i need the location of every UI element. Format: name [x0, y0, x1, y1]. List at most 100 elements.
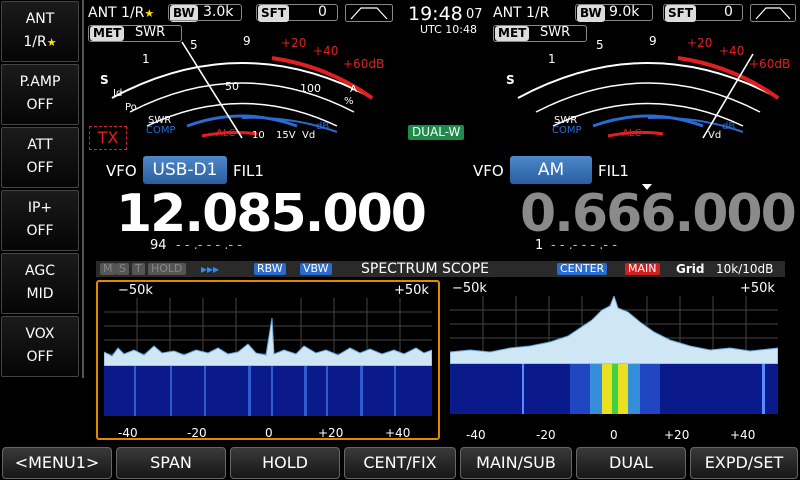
main-span-right: +50k: [394, 283, 429, 298]
scale-label: 50: [225, 80, 239, 93]
scale-label: +60dB: [749, 57, 791, 71]
sub-sub-dashes: - - .- - - .- -: [551, 238, 617, 253]
star-icon: ★: [144, 7, 155, 20]
scale-label: COMP: [552, 125, 582, 136]
scope-range: 10k/10dB: [716, 262, 774, 276]
clock-time: 19:48: [408, 3, 463, 25]
main-scope-panel[interactable]: −50k +50k -40 -20 0 +20 +40: [96, 280, 440, 440]
scale-label: +20: [281, 36, 307, 50]
scope-title: SPECTRUM SCOPE: [361, 261, 489, 277]
sub-span-right: +50k: [740, 281, 775, 296]
pamp-button[interactable]: P.AMP OFF: [1, 64, 79, 125]
sub-sft-value: 0: [724, 4, 733, 20]
sub-scope-panel[interactable]: −50k +50k -40 -20 0 +20 +40: [444, 280, 786, 442]
scale-label: Vd: [708, 130, 722, 141]
att-value: OFF: [26, 160, 54, 176]
main-sft-label: SFT: [258, 5, 290, 22]
sub-frequency[interactable]: 0.666.000: [520, 188, 797, 240]
main-filter-label[interactable]: FIL1: [233, 162, 264, 180]
scale-label: dB: [722, 121, 736, 132]
main-spectrum-graph: [104, 298, 432, 416]
vox-button[interactable]: VOX OFF: [1, 316, 79, 377]
sub-mode-button[interactable]: AM: [510, 156, 592, 184]
agc-label: AGC: [25, 263, 55, 279]
main-bw-value: 3.0k: [203, 4, 234, 20]
main-mode-button[interactable]: USB-D1: [143, 156, 227, 184]
main-s-label: S: [100, 73, 109, 87]
sub-span-left: −50k: [452, 281, 487, 296]
scope-header: M S T HOLD ▸▸▸ RBW VBW SPECTRUM SCOPE CE…: [96, 261, 785, 277]
span-button[interactable]: SPAN: [116, 447, 226, 479]
scope-indicator-t: T: [132, 263, 145, 275]
main-sub-value: 94: [150, 238, 167, 253]
scale-label: 100: [300, 82, 321, 95]
main-frequency[interactable]: 12.085.000: [116, 188, 427, 240]
sub-meter: [517, 53, 780, 139]
main-tick: +20: [318, 426, 344, 440]
main-tick: -20: [187, 426, 207, 440]
sub-tick: -20: [536, 428, 556, 442]
main-ant-label: ANT 1/R★: [88, 5, 155, 21]
ant-value: 1/R: [23, 34, 47, 50]
main-tick: 0: [265, 426, 273, 440]
agc-value: MID: [26, 286, 54, 302]
grid-label: Grid: [676, 262, 705, 276]
att-button[interactable]: ATT OFF: [1, 127, 79, 188]
cent-fix-button[interactable]: CENT/FIX: [344, 447, 456, 479]
sub-ant-label: ANT 1/R: [493, 5, 550, 21]
scale-label: Id: [113, 88, 123, 99]
scale-label: +20: [687, 36, 713, 50]
sub-s-label: S: [506, 73, 515, 87]
scale-label: +40: [719, 44, 745, 58]
clock-utc: UTC 10:48: [420, 23, 478, 36]
clock-seconds: 07: [466, 7, 483, 22]
scale-label: 9: [243, 34, 251, 48]
ipplus-label: IP+: [27, 200, 53, 216]
menu1-button[interactable]: <MENU1>: [2, 447, 112, 479]
scale-label: +40: [313, 44, 339, 58]
scale-label: dB: [316, 121, 330, 132]
scale-label: 9: [649, 34, 657, 48]
ant-label: ANT: [25, 11, 55, 27]
scale-label: COMP: [146, 125, 176, 136]
dual-watch-badge: DUAL-W: [408, 125, 465, 140]
tx-indicator: TX: [89, 126, 127, 150]
agc-button[interactable]: AGC MID: [1, 253, 79, 314]
main-sub-dashes: - - .- - - .- -: [176, 238, 242, 253]
vox-label: VOX: [25, 326, 55, 342]
scale-label: ALC: [622, 128, 642, 139]
ant-button[interactable]: ANT 1/R★: [1, 1, 79, 62]
main-sub-button[interactable]: MAIN/SUB: [460, 447, 572, 479]
scope-indicator-s: S: [116, 263, 129, 275]
scale-label: 1: [142, 52, 150, 66]
dual-button[interactable]: DUAL: [576, 447, 686, 479]
sub-tick: +20: [664, 428, 690, 442]
scale-label: 5: [190, 38, 198, 52]
scope-arrows-icon: ▸▸▸: [201, 262, 220, 276]
star-icon: ★: [46, 36, 57, 49]
ipplus-button[interactable]: IP+ OFF: [1, 190, 79, 251]
vox-value: OFF: [26, 349, 54, 365]
center-mode-badge[interactable]: CENTER: [557, 263, 608, 275]
scale-label: 1: [548, 52, 556, 66]
expd-set-button[interactable]: EXPD/SET: [690, 447, 798, 479]
main-span-left: −50k: [118, 283, 153, 298]
scale-label: ALC: [216, 128, 236, 139]
scope-indicator-hold: HOLD: [148, 263, 186, 275]
sub-spectrum-graph: [450, 296, 778, 414]
filter-shape-icon: [345, 4, 393, 22]
sub-sub-value: 1: [535, 238, 544, 253]
sub-sft-label: SFT: [665, 5, 697, 22]
filter-shape-icon: [750, 4, 796, 22]
scale-label: 5: [596, 38, 604, 52]
hold-button[interactable]: HOLD: [230, 447, 340, 479]
sub-tick: +40: [730, 428, 756, 442]
scale-label: Po: [125, 102, 137, 113]
main-badge: MAIN: [625, 263, 660, 275]
pamp-value: OFF: [26, 97, 54, 113]
att-label: ATT: [27, 137, 53, 153]
sub-filter-label[interactable]: FIL1: [598, 162, 629, 180]
main-sft-value: 0: [318, 4, 327, 20]
scale-label: A: [350, 84, 357, 95]
pamp-label: P.AMP: [19, 74, 61, 90]
